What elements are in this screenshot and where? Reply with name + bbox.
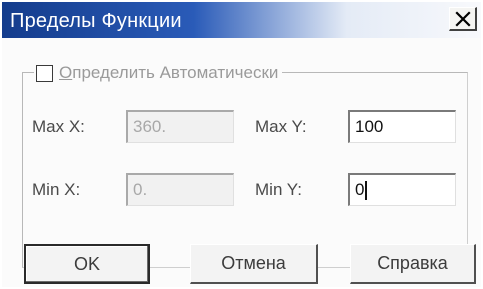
window-title: Пределы Функции <box>10 10 182 32</box>
max-y-label: Max Y: <box>255 117 307 136</box>
min-x-field: 0. <box>126 173 234 206</box>
max-y-value: 100 <box>355 117 384 136</box>
close-icon <box>454 10 471 27</box>
title-bar[interactable]: Пределы Функции <box>2 2 481 38</box>
auto-define-label: Определить Автоматически <box>59 63 279 82</box>
help-button[interactable]: Справка <box>350 244 476 284</box>
max-x-value: 360. <box>133 117 167 136</box>
min-y-value: 0 <box>355 180 365 199</box>
text-caret <box>365 180 367 200</box>
function-limits-dialog: Пределы Функции Определить Автоматически… <box>0 0 483 289</box>
max-y-field[interactable]: 100 <box>348 110 456 143</box>
close-button[interactable] <box>449 7 477 31</box>
auto-define-checkbox[interactable] <box>36 64 53 82</box>
min-y-field[interactable]: 0 <box>348 173 456 206</box>
limits-group-box <box>22 72 468 268</box>
min-y-label: Min Y: <box>255 180 302 199</box>
auto-define-checkbox-row[interactable]: Определить Автоматически <box>34 62 283 84</box>
min-x-value: 0. <box>133 180 148 199</box>
cancel-button[interactable]: Отмена <box>190 244 318 284</box>
ok-button[interactable]: OK <box>24 244 150 284</box>
dialog-body: Определить Автоматически Max X: 360. Max… <box>2 38 481 287</box>
min-x-label: Min X: <box>32 180 81 199</box>
max-x-label: Max X: <box>32 117 85 136</box>
max-x-field: 360. <box>126 110 234 143</box>
